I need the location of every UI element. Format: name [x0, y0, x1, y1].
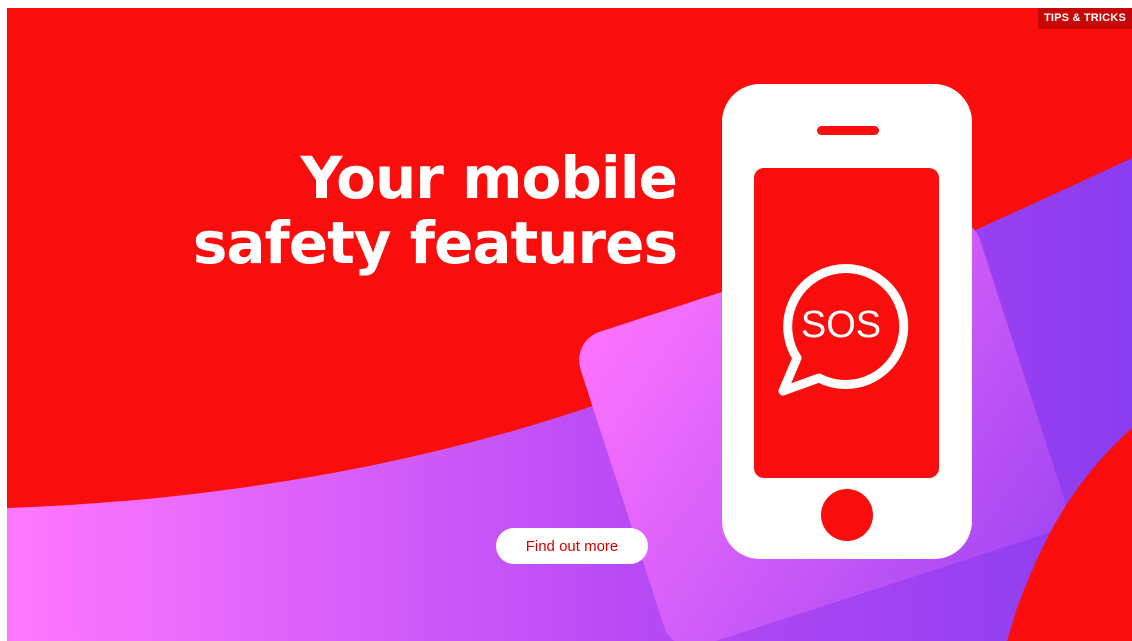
headline-line-2: safety features [192, 208, 678, 277]
headline-line-1: Your mobile [300, 144, 678, 212]
hero-banner[interactable]: SOS Your mobile safety features Find out… [7, 8, 1132, 641]
headline: Your mobile safety features [117, 144, 678, 277]
sos-badge-text: SOS [801, 304, 881, 346]
tips-and-tricks-tag: TIPS & TRICKS [1037, 8, 1132, 29]
find-out-more-button[interactable]: Find out more [496, 528, 648, 564]
phone-icon: SOS [722, 84, 972, 559]
